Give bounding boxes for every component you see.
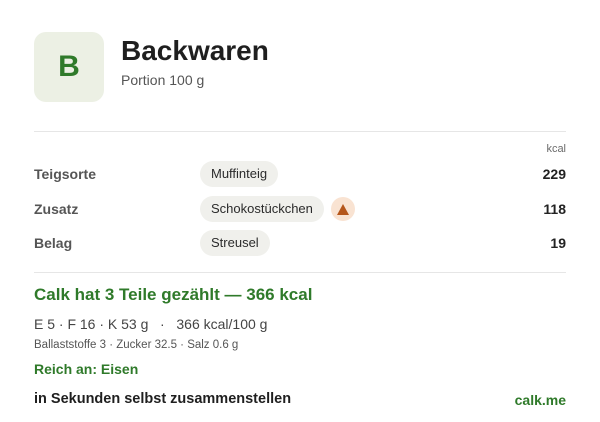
category-logo: B bbox=[34, 32, 104, 102]
row-kcal: 229 bbox=[542, 166, 566, 182]
ingredient-chip[interactable]: Muffinteig bbox=[200, 161, 279, 187]
top-divider bbox=[34, 131, 566, 132]
ingredient-chip[interactable]: Streusel bbox=[200, 230, 270, 256]
micronutrients: Ballaststoffe 3 · Zucker 32.5 · Salz 0.6… bbox=[34, 339, 239, 351]
summary-headline: Calk hat 3 Teile gezählt — 366 kcal bbox=[34, 285, 313, 304]
row-label: Zusatz bbox=[34, 201, 79, 217]
warning-triangle-icon[interactable] bbox=[331, 197, 355, 221]
row-label: Belag bbox=[34, 235, 73, 251]
row-kcal: 19 bbox=[550, 235, 566, 251]
portion-subtitle: Portion 100 g bbox=[121, 72, 205, 88]
logo-letter: B bbox=[58, 50, 80, 83]
brand-link[interactable]: calk.me bbox=[515, 392, 566, 408]
ingredient-row-teigsorte: Teigsorte Muffinteig 229 bbox=[34, 161, 566, 187]
middle-divider bbox=[34, 272, 566, 273]
rich-in-label: Reich an: Eisen bbox=[34, 361, 139, 377]
row-kcal: 118 bbox=[543, 201, 566, 217]
ingredient-row-zusatz: Zusatz Schokostückchen 118 bbox=[34, 196, 566, 222]
ingredient-chip[interactable]: Schokostückchen bbox=[200, 196, 324, 222]
page-title: Backwaren bbox=[121, 35, 269, 66]
macronutrients: E 5 · F 16 · K 53 g · 366 kcal/100 g bbox=[34, 316, 268, 332]
row-label: Teigsorte bbox=[34, 166, 96, 182]
ingredient-row-belag: Belag Streusel 19 bbox=[34, 230, 566, 256]
kcal-column-header: kcal bbox=[546, 143, 566, 155]
compose-cta[interactable]: in Sekunden selbst zusammenstellen bbox=[34, 391, 291, 407]
